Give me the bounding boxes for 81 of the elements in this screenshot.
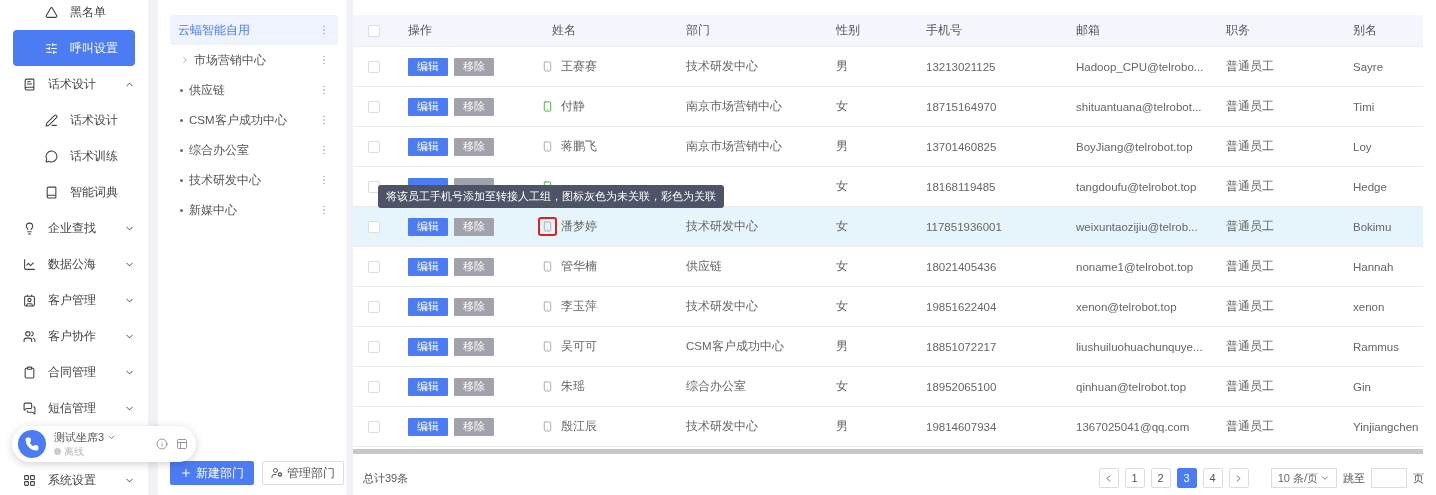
table-cell-text: xenon@telrobot.top <box>1075 300 1178 313</box>
table-cell-text: 普通员工 <box>1225 139 1275 154</box>
table-cell-text: Sayre <box>1352 60 1385 73</box>
table-cell-text: 普通员工 <box>1225 99 1275 114</box>
table-cell-text: qinhuan@telrobot.top <box>1075 380 1188 393</box>
table-cell-text: 技术研发中心 <box>685 219 759 234</box>
table-cell-text: liushuiluohuachunquye... <box>1075 340 1204 353</box>
table-cell-text: xenon <box>1352 300 1386 313</box>
column-header: 姓名 <box>551 23 577 38</box>
table-cell-text: 117851936001 <box>925 220 1003 233</box>
table-cell-text: 普通员工 <box>1225 299 1275 314</box>
table-cell: 王赛赛 <box>561 59 597 74</box>
table-cell-text: 技术研发中心 <box>685 299 759 314</box>
table-cell-text: 普通员工 <box>1225 419 1275 434</box>
table-cell: 付静 <box>561 99 585 114</box>
table-cell-text: Gin <box>1352 380 1372 393</box>
table-cell-text: 南京市场营销中心 <box>685 99 783 114</box>
table-cell-text: tangdoufu@telrobot.top <box>1075 180 1198 193</box>
table-cell-text: 男 <box>835 339 849 354</box>
table-cell: 蒋鹏飞 <box>561 139 597 154</box>
table-cell-text: 男 <box>835 419 849 434</box>
table-cell-text: Rammus <box>1352 340 1400 353</box>
page-label: 页 <box>1413 470 1424 486</box>
table-cell: 朱瑶 <box>561 379 585 394</box>
table-cell: 潘梦婷 <box>561 219 597 234</box>
table-cell-text: noname1@telrobot.top <box>1075 260 1195 273</box>
table-cell-text: Hannah <box>1352 260 1395 273</box>
hint-tooltip: 将该员工手机号添加至转接人工组，图标灰色为未关联，彩色为关联 <box>378 185 724 208</box>
column-header: 操作 <box>407 23 433 38</box>
table-cell-text: shituantuana@telrobot... <box>1075 100 1203 113</box>
table-cell-text: 男 <box>835 139 849 154</box>
table-cell-text: 供应链 <box>685 259 723 274</box>
table-cell-text: 女 <box>835 99 849 114</box>
table-cell-text: 18952065100 <box>925 380 998 393</box>
table-cell-text: 普通员工 <box>1225 379 1275 394</box>
table-cell-text: 女 <box>835 379 849 394</box>
table-cell-text: 女 <box>835 219 849 234</box>
status-label: 离线 <box>54 444 148 459</box>
column-header: 职务 <box>1225 23 1251 38</box>
table-cell-text: Loy <box>1352 140 1373 153</box>
table-cell-text: 19814607934 <box>925 420 998 433</box>
jump-label: 跳至 <box>1343 470 1365 486</box>
table-cell-text: 女 <box>835 179 849 194</box>
table-cell-text: Yinjiangchen <box>1352 420 1420 433</box>
table-cell-text: 13213021125 <box>925 60 997 73</box>
table-cell-text: 普通员工 <box>1225 219 1275 234</box>
table-cell: 李玉萍 <box>561 299 597 314</box>
table-cell-text: 18715164970 <box>925 100 998 113</box>
table-cell-text: 普通员工 <box>1225 59 1275 74</box>
table-cell-text: 18168119485 <box>925 180 997 193</box>
table-cell-text: 南京市场营销中心 <box>685 139 783 154</box>
column-header: 别名 <box>1352 23 1378 38</box>
table-cell: 管华楠 <box>561 259 597 274</box>
table-cell-text: 1367025041@qq.com <box>1075 420 1191 433</box>
table-cell: 殷江辰 <box>561 419 597 434</box>
table-cell-text: 综合办公室 <box>685 379 747 394</box>
table-cell-text: 技术研发中心 <box>685 59 759 74</box>
table-cell-text: 19851622404 <box>925 300 998 313</box>
table-cell: 吴可可 <box>561 339 597 354</box>
table-cell-text: 女 <box>835 259 849 274</box>
table-cell-text: CSM客户成功中心 <box>685 339 785 354</box>
table-cell-text: Hedge <box>1352 180 1388 193</box>
table-cell-text: 18021405436 <box>925 260 998 273</box>
table-cell-text: 技术研发中心 <box>685 419 759 434</box>
table-cell-text: BoyJiang@telrobot.top <box>1075 140 1194 153</box>
table-cell-text: Timi <box>1352 100 1376 113</box>
column-header: 性别 <box>835 23 861 38</box>
column-header: 部门 <box>685 23 711 38</box>
table-cell-text: Hadoop_CPU@telrobo... <box>1075 60 1205 73</box>
column-header: 手机号 <box>925 23 963 38</box>
table-cell-text: weixuntaozijiu@telrob... <box>1075 220 1199 233</box>
table-cell-text: 女 <box>835 299 849 314</box>
table-cell-text: 13701460825 <box>925 140 998 153</box>
column-header: 邮箱 <box>1075 23 1101 38</box>
table-cell-text: 普通员工 <box>1225 179 1275 194</box>
table-cell-text: 男 <box>835 59 849 74</box>
table-cell-text: 18851072217 <box>925 340 998 353</box>
total-count: 总计39条 <box>363 470 410 486</box>
table-cell-text: 普通员工 <box>1225 339 1275 354</box>
table-cell-text: 普通员工 <box>1225 259 1275 274</box>
table-cell-text: Bokimu <box>1352 220 1393 233</box>
